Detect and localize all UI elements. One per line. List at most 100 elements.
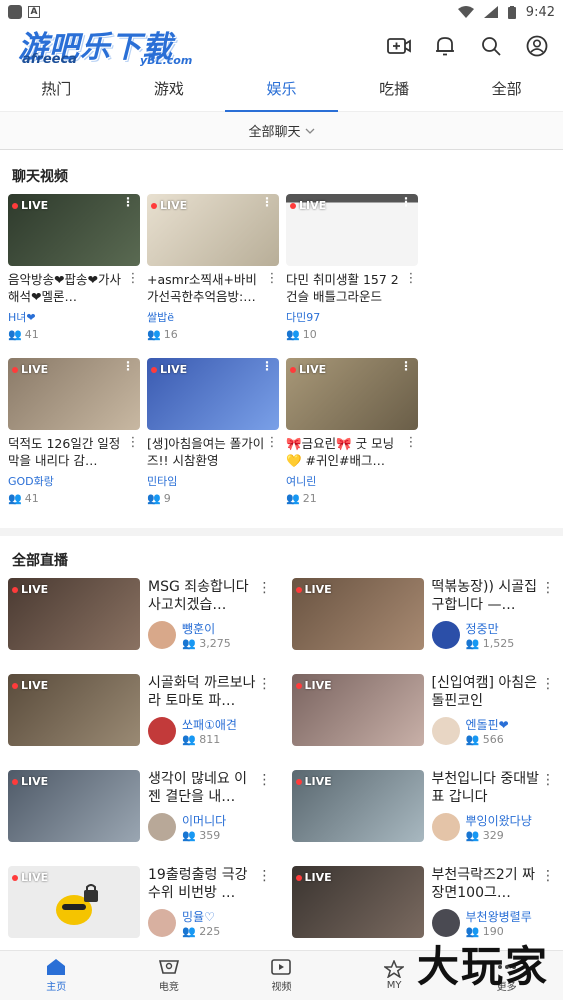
live-thumbnail[interactable]: LIVE — [8, 866, 140, 938]
streamer-name[interactable]: 쏘패①애견 — [182, 716, 237, 733]
streamer-name[interactable]: 정중만 — [466, 620, 515, 637]
live-item[interactable]: LIVE 부천입니다 중대발표 갑니다 ⋮ 뿌잉이왔다냥 👥 329 — [291, 770, 555, 866]
viewer-count: 👥 41 — [8, 492, 39, 505]
viewer-count: 👥 10 — [286, 328, 317, 341]
more-options-icon[interactable]: ⋮ — [541, 676, 555, 692]
streamer-name[interactable]: 밍율♡ — [182, 908, 220, 925]
chat-thumbnail[interactable]: LIVE ⋮ — [8, 194, 140, 266]
live-thumbnail[interactable]: LIVE — [8, 578, 140, 650]
more-options-icon[interactable]: ⋮ — [126, 435, 140, 469]
live-title: 부천입니다 중대발표 갑니다 — [431, 771, 540, 805]
chat-card[interactable]: LIVE ⋮ 음악방송❤팝송❤가사해석❤멜론… ⋮ H녀❤ 👥 41 — [8, 194, 140, 350]
category-tabs: 热门 游戏 娱乐 吃播 全部 — [0, 68, 563, 112]
viewers-icon: 👥 — [147, 328, 161, 341]
live-badge: LIVE — [12, 363, 48, 376]
streamer-name[interactable]: 엔돌핀❤ — [466, 716, 509, 733]
avatar[interactable] — [431, 813, 460, 841]
more-options-icon[interactable]: ⋮ — [541, 868, 555, 884]
viewer-count: 👥 566 — [465, 733, 504, 746]
profile-icon[interactable] — [525, 34, 549, 58]
thumb-more-icon: ⋮ — [122, 195, 134, 209]
viewer-count: 👥 9 — [147, 492, 171, 505]
chat-card[interactable]: LIVE ⋮ 🎀금요린🎀 굿 모닝 💛 #귀인#배그… ⋮ 여니린 👥 21 — [286, 358, 418, 514]
bell-icon[interactable] — [433, 34, 457, 58]
live-item[interactable]: LIVE MSG 죄송합니다 사고치겠습… ⋮ 뺑훈이 👥 3,275 — [8, 578, 272, 674]
live-item[interactable]: LIVE 시골화덕 까르보나라 토마토 파… ⋮ 쏘패①애견 👥 811 — [8, 674, 272, 770]
battery-icon — [507, 5, 516, 19]
nav-home[interactable]: 主页 — [0, 951, 113, 1000]
chat-card[interactable]: LIVE ⋮ +asmr소찍새+바비가선곡한추억음방:… ⋮ 쌀밥ë 👥 16 — [147, 194, 279, 350]
more-options-icon[interactable]: ⋮ — [265, 435, 279, 469]
tab-entertainment[interactable]: 娱乐 — [225, 68, 338, 112]
live-thumbnail[interactable]: LIVE — [291, 866, 424, 938]
more-options-icon[interactable]: ⋮ — [258, 772, 272, 788]
avatar[interactable] — [148, 717, 176, 745]
chat-thumbnail[interactable]: LIVE ⋮ — [8, 358, 140, 430]
live-section-title: 全部直播 — [12, 553, 68, 569]
viewers-icon: 👥 — [147, 492, 161, 505]
live-title: MSG 죄송합니다 사고치겠습… — [148, 579, 249, 613]
more-options-icon[interactable]: ⋮ — [541, 580, 555, 596]
streamer-name[interactable]: 여니린 — [286, 473, 418, 489]
status-bar: A 9:42 — [0, 0, 563, 24]
streamer-name[interactable]: 쌀밥ë — [147, 309, 279, 325]
broadcast-icon[interactable] — [387, 34, 411, 58]
nav-esports[interactable]: 电竞 — [113, 951, 226, 1000]
live-thumbnail[interactable]: LIVE — [291, 578, 424, 650]
nav-video[interactable]: 视频 — [225, 951, 338, 1000]
chat-card[interactable]: LIVE ⋮ 덕적도 126일간 일정 막을 내리다 감… ⋮ GOD화랑 👥 4… — [8, 358, 140, 514]
viewers-icon: 👥 — [286, 492, 300, 505]
chat-card[interactable]: LIVE ⋮ [생]아침을여는 폴가이즈!! 시참환영 ⋮ 민타임 👥 9 — [147, 358, 279, 514]
thumb-more-icon: ⋮ — [261, 195, 273, 209]
live-thumbnail[interactable]: LIVE — [8, 770, 140, 842]
live-badge: LIVE — [12, 583, 48, 596]
chat-card-title: 덕적도 126일간 일정 막을 내리다 감… — [8, 436, 121, 468]
avatar[interactable] — [148, 909, 176, 937]
live-thumbnail[interactable]: LIVE — [8, 674, 140, 746]
live-item[interactable]: LIVE 19출렁출렁 극강수위 비번방 … ⋮ 밍율♡ 👥 225 — [8, 866, 272, 962]
viewer-count: 👥 16 — [147, 328, 178, 341]
avatar[interactable] — [148, 813, 176, 841]
filter-label: 全部聊天 — [248, 125, 301, 140]
more-options-icon[interactable]: ⋮ — [404, 271, 418, 305]
chat-card[interactable]: LIVE ⋮ 다민 취미생활 157 2건슬 배틀그라운드 ⋮ 다민97 👥 10 — [286, 194, 418, 350]
top-header: 游吧乐下载 afreeca yBL.com — [0, 24, 563, 68]
avatar[interactable] — [431, 621, 460, 649]
tab-all[interactable]: 全部 — [450, 68, 563, 111]
more-options-icon[interactable]: ⋮ — [404, 435, 418, 469]
more-options-icon[interactable]: ⋮ — [258, 868, 272, 884]
live-item[interactable]: LIVE 생각이 많네요 이젠 결단을 내… ⋮ 이머니다 👥 359 — [8, 770, 272, 866]
signal-icon — [483, 6, 498, 18]
streamer-name[interactable]: 뺑훈이 — [182, 620, 231, 637]
filter-dropdown[interactable]: 全部聊天 — [0, 112, 563, 150]
chat-thumbnail[interactable]: LIVE ⋮ — [147, 194, 279, 266]
tab-hot[interactable]: 热门 — [0, 68, 113, 111]
streamer-name[interactable]: 민타임 — [147, 473, 279, 489]
streamer-name[interactable]: 다민97 — [286, 309, 418, 325]
more-options-icon[interactable]: ⋮ — [258, 580, 272, 596]
streamer-name[interactable]: 이머니다 — [182, 812, 226, 829]
tab-games[interactable]: 游戏 — [113, 68, 226, 111]
chat-thumbnail[interactable]: LIVE ⋮ — [286, 194, 418, 266]
chat-thumbnail[interactable]: LIVE ⋮ — [147, 358, 279, 430]
live-thumbnail[interactable]: LIVE — [291, 674, 424, 746]
tab-mukbang[interactable]: 吃播 — [338, 68, 451, 111]
search-icon[interactable] — [479, 34, 503, 58]
thumb-more-icon: ⋮ — [400, 195, 412, 209]
more-options-icon[interactable]: ⋮ — [126, 271, 140, 305]
streamer-name[interactable]: 부천왕병렬루 — [466, 908, 532, 925]
streamer-name[interactable]: H녀❤ — [8, 309, 140, 325]
more-options-icon[interactable]: ⋮ — [258, 676, 272, 692]
live-item[interactable]: LIVE 떡볶농장)) 시골집 구합니다 —… ⋮ 정중만 👥 1,525 — [291, 578, 555, 674]
streamer-name[interactable]: GOD화랑 — [8, 473, 140, 489]
avatar[interactable] — [431, 717, 460, 745]
live-item[interactable]: LIVE [신입여캠] 아침은 돌핀코인 ⋮ 엔돌핀❤ 👥 566 — [291, 674, 555, 770]
esports-icon — [158, 960, 179, 974]
more-options-icon[interactable]: ⋮ — [265, 271, 279, 305]
chat-thumbnail[interactable]: LIVE ⋮ — [286, 358, 418, 430]
more-options-icon[interactable]: ⋮ — [541, 772, 555, 788]
streamer-name[interactable]: 뿌잉이왔다냥 — [466, 812, 532, 829]
live-thumbnail[interactable]: LIVE — [291, 770, 424, 842]
avatar[interactable] — [148, 621, 176, 649]
chat-card-title: 다민 취미생활 157 2건슬 배틀그라운드 — [286, 272, 399, 304]
